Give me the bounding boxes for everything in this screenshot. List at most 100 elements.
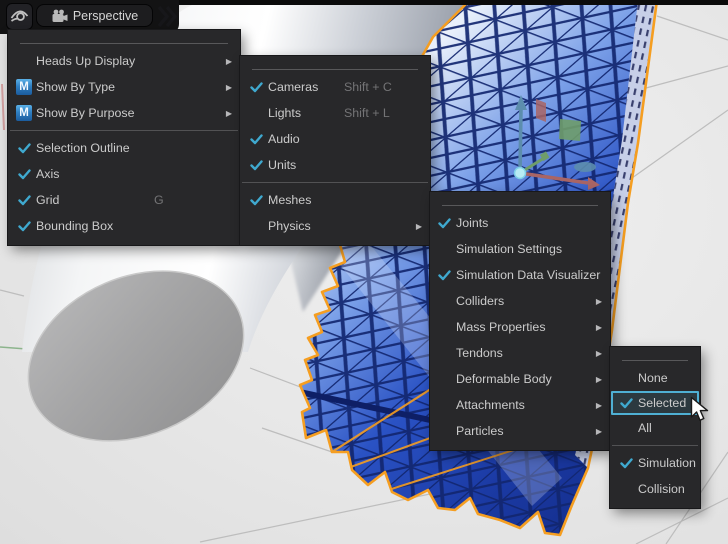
menu-item-label: Simulation Settings [456,242,563,256]
menu-item-lights[interactable]: Lights Shift + L [240,100,430,126]
submenu-arrow-icon: ▶ [595,348,602,358]
menu-top-separator [252,69,418,70]
icon-slot: M [14,79,34,95]
menu-item-label: Colliders [456,294,505,308]
menu-item-show-by-purpose[interactable]: M Show By Purpose ▶ [8,100,240,126]
menu-item-attachments[interactable]: Attachments ▶ [430,392,610,418]
check-icon [14,142,34,154]
check-icon [14,194,34,206]
menu-item-simulation-data-visualizer[interactable]: Simulation Data Visualizer [430,262,610,288]
menu-item-label: Joints [456,216,489,230]
menu-item-selected[interactable]: Selected [611,391,699,415]
menu-item-joints[interactable]: Joints [430,210,610,236]
show-by-type-submenu-panel: Cameras Shift + C Lights Shift + L Audio Unit… [240,56,430,245]
check-icon [434,217,454,229]
menu-item-label: Heads Up Display [36,54,136,68]
check-icon [14,168,34,180]
menu-item-mass-properties[interactable]: Mass Properties ▶ [430,314,610,340]
check-icon [616,457,636,469]
menu-top-separator [20,43,228,44]
menu-item-label: Tendons [456,346,503,360]
menu-item-collision[interactable]: Collision [610,476,700,502]
menu-item-label: Attachments [456,398,525,412]
check-icon [434,269,454,281]
menu-item-label: Lights [268,106,302,120]
submenu-arrow-icon: ▶ [225,56,232,66]
menu-item-label: Show By Type [36,80,115,94]
menu-separator [612,445,698,446]
menu-item-label: Audio [268,132,300,146]
toolbar-expand-chevron[interactable] [155,4,177,29]
menu-item-label: Bounding Box [36,219,114,233]
menu-item-axis[interactable]: Axis [8,161,240,187]
menu-item-bounding-box[interactable]: Bounding Box [8,213,240,239]
menu-item-deformable-body[interactable]: Deformable Body ▶ [430,366,610,392]
check-icon [616,397,636,409]
menu-item-none[interactable]: None [610,365,700,391]
menu-item-label: None [638,371,668,385]
menu-item-label: All [638,421,652,435]
menu-item-particles[interactable]: Particles ▶ [430,418,610,444]
menu-top-separator [442,205,598,206]
submenu-arrow-icon: ▶ [225,108,232,118]
menu-item-label: Deformable Body [456,372,552,386]
eye-icon [10,10,29,22]
menu-top-separator [622,360,688,361]
double-chevron-icon [157,5,177,28]
menu-item-label: Selected [638,396,687,410]
mouse-cursor [690,396,709,421]
m-icon: M [16,79,32,95]
menu-item-grid[interactable]: Grid G [8,187,240,213]
shortcut-label: G [154,193,164,207]
submenu-arrow-icon: ▶ [595,296,602,306]
check-icon [14,220,34,232]
menu-item-physics[interactable]: Physics ▶ [240,213,430,239]
submenu-arrow-icon: ▶ [595,374,602,384]
menu-item-label: Collision [638,482,685,496]
shortcut-label: Shift + C [344,80,392,94]
menu-item-colliders[interactable]: Colliders ▶ [430,288,610,314]
menu-item-units[interactable]: Units [240,152,430,178]
menu-item-all[interactable]: All [610,415,700,441]
submenu-arrow-icon: ▶ [595,400,602,410]
menu-item-heads-up-display[interactable]: Heads Up Display ▶ [8,48,240,74]
menu-item-label: Simulation Data Visualizer [456,268,601,282]
visibility-menu-panel: Heads Up Display ▶ M Show By Type ▶ M Show By … [8,30,240,245]
menu-item-label: Physics [268,219,311,233]
camera-icon [52,9,68,22]
shortcut-label: Shift + L [344,106,390,120]
menu-item-show-by-type[interactable]: M Show By Type ▶ [8,74,240,100]
menu-item-label: Axis [36,167,60,181]
camera-button-label: Perspective [72,8,139,23]
menu-item-meshes[interactable]: Meshes [240,187,430,213]
menu-item-label: Grid [36,193,60,207]
grid-x-axis-line [1,83,5,131]
check-icon [246,159,266,171]
submenu-arrow-icon: ▶ [415,221,422,231]
check-icon [246,81,266,93]
submenu-arrow-icon: ▶ [595,426,602,436]
menu-item-selection-outline[interactable]: Selection Outline [8,135,240,161]
menu-item-simulation[interactable]: Simulation [610,450,700,476]
tendons-submenu-panel: None Selected All Simulation Collision [610,347,700,508]
check-icon [246,194,266,206]
check-icon [246,133,266,145]
menu-item-audio[interactable]: Audio [240,126,430,152]
camera-perspective-button[interactable]: Perspective [36,4,153,27]
menu-item-simulation-settings[interactable]: Simulation Settings [430,236,610,262]
menu-item-cameras[interactable]: Cameras Shift + C [240,74,430,100]
menu-item-tendons[interactable]: Tendons ▶ [430,340,610,366]
menu-item-label: Mass Properties [456,320,546,334]
menu-separator [10,130,238,131]
menu-item-label: Units [268,158,297,172]
menu-item-label: Particles [456,424,504,438]
submenu-arrow-icon: ▶ [595,322,602,332]
icon-slot: M [14,105,34,121]
menu-item-label: Selection Outline [36,141,130,155]
menu-separator [242,182,428,183]
visibility-options-button[interactable] [6,3,33,30]
menu-item-label: Cameras [268,80,319,94]
menu-item-label: Meshes [268,193,312,207]
menu-item-label: Show By Purpose [36,106,135,120]
physics-submenu-panel: Joints Simulation Settings Simulation Data… [430,192,610,450]
